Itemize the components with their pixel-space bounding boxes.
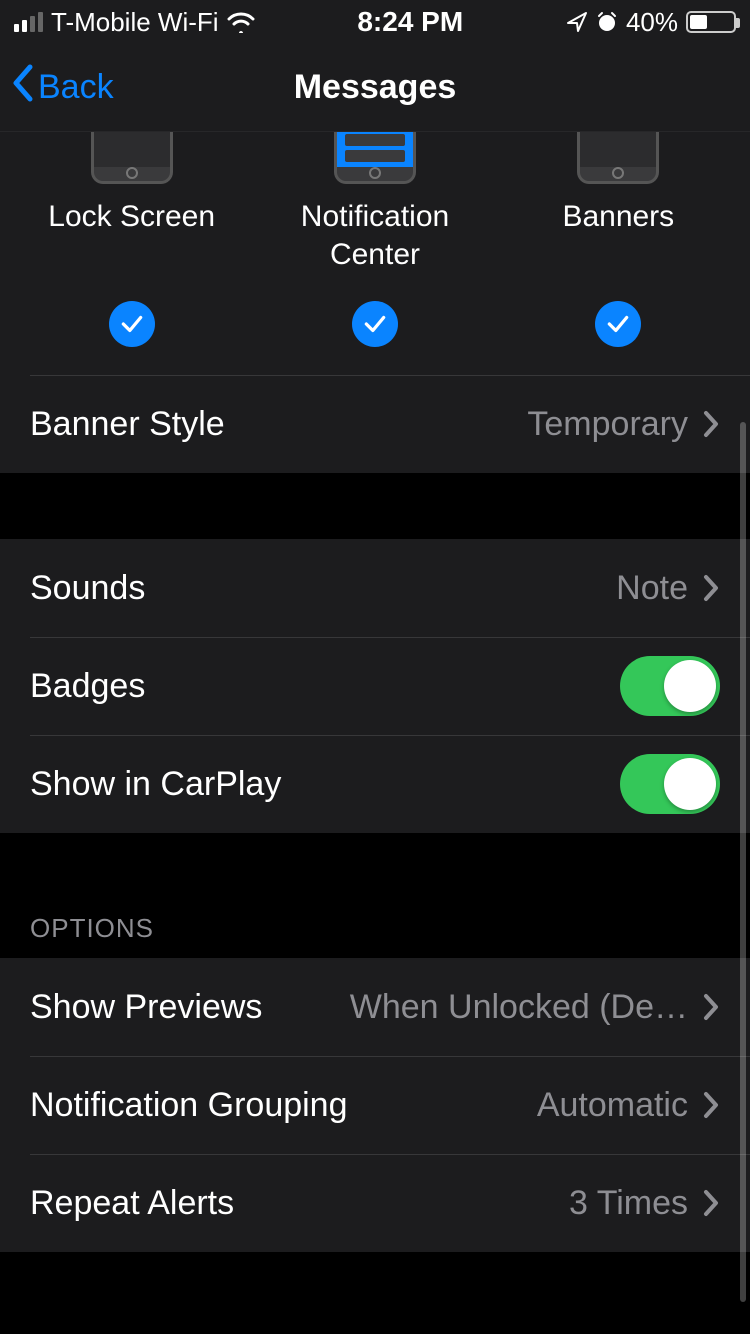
show-previews-value: When Unlocked (De…	[330, 988, 688, 1027]
status-time: 8:24 PM	[357, 6, 463, 38]
sounds-label: Sounds	[30, 569, 145, 608]
lock-screen-checkbox[interactable]	[109, 301, 155, 347]
back-label: Back	[38, 68, 114, 107]
options-header: OPTIONS	[0, 833, 750, 958]
status-bar: T-Mobile Wi-Fi 8:24 PM 40%	[0, 0, 750, 44]
notification-center-preview-icon	[334, 132, 416, 184]
alert-style-banners[interactable]: Banners	[498, 132, 739, 236]
alert-style-section: Lock Screen Notification Center Banners	[0, 132, 750, 375]
banners-label: Banners	[562, 198, 674, 236]
notification-grouping-label: Notification Grouping	[30, 1086, 348, 1125]
notification-grouping-value: Automatic	[517, 1086, 688, 1125]
back-button[interactable]: Back	[10, 63, 114, 112]
sounds-value: Note	[596, 569, 688, 608]
banners-checkbox[interactable]	[595, 301, 641, 347]
content: Lock Screen Notification Center Banners	[0, 132, 750, 1334]
banners-preview-icon	[577, 132, 659, 184]
bottom-gap	[0, 1252, 750, 1312]
banner-style-value: Temporary	[507, 405, 688, 444]
carrier-label: T-Mobile Wi-Fi	[51, 7, 219, 38]
lock-screen-preview-icon	[91, 132, 173, 184]
chevron-right-icon	[702, 1090, 720, 1120]
show-previews-label: Show Previews	[30, 988, 262, 1027]
badges-label: Badges	[30, 667, 145, 706]
chevron-right-icon	[702, 992, 720, 1022]
cellular-signal-icon	[14, 12, 43, 32]
chevron-right-icon	[702, 409, 720, 439]
location-icon	[566, 11, 588, 33]
sounds-row[interactable]: Sounds Note	[0, 539, 750, 637]
chevron-right-icon	[702, 573, 720, 603]
repeat-alerts-value: 3 Times	[549, 1184, 688, 1223]
badges-row: Badges	[0, 637, 750, 735]
status-right: 40%	[566, 7, 736, 38]
carplay-toggle[interactable]	[620, 754, 720, 814]
nav-bar: Back Messages	[0, 44, 750, 132]
alert-style-notification-center[interactable]: Notification Center	[255, 132, 496, 273]
checkmark-icon	[605, 311, 631, 337]
alarm-icon	[596, 11, 618, 33]
show-previews-row[interactable]: Show Previews When Unlocked (De…	[0, 958, 750, 1056]
repeat-alerts-label: Repeat Alerts	[30, 1184, 234, 1223]
wifi-icon	[227, 11, 255, 33]
section-gap	[0, 473, 750, 539]
scrollbar[interactable]	[740, 422, 746, 1302]
lock-screen-label: Lock Screen	[48, 198, 215, 236]
repeat-alerts-row[interactable]: Repeat Alerts 3 Times	[0, 1154, 750, 1252]
alert-style-lock-screen[interactable]: Lock Screen	[11, 132, 252, 236]
chevron-right-icon	[702, 1188, 720, 1218]
notification-grouping-row[interactable]: Notification Grouping Automatic	[0, 1056, 750, 1154]
badges-toggle[interactable]	[620, 656, 720, 716]
notification-center-label: Notification Center	[275, 198, 475, 273]
banner-style-label: Banner Style	[30, 405, 225, 444]
checkmark-icon	[362, 311, 388, 337]
page-title: Messages	[294, 68, 457, 107]
checkmark-icon	[119, 311, 145, 337]
carplay-row: Show in CarPlay	[0, 735, 750, 833]
notification-center-checkbox[interactable]	[352, 301, 398, 347]
banner-style-row[interactable]: Banner Style Temporary	[0, 375, 750, 473]
battery-icon	[686, 11, 736, 33]
carplay-label: Show in CarPlay	[30, 765, 281, 804]
status-left: T-Mobile Wi-Fi	[14, 7, 255, 38]
chevron-left-icon	[10, 63, 38, 112]
battery-percent: 40%	[626, 7, 678, 38]
